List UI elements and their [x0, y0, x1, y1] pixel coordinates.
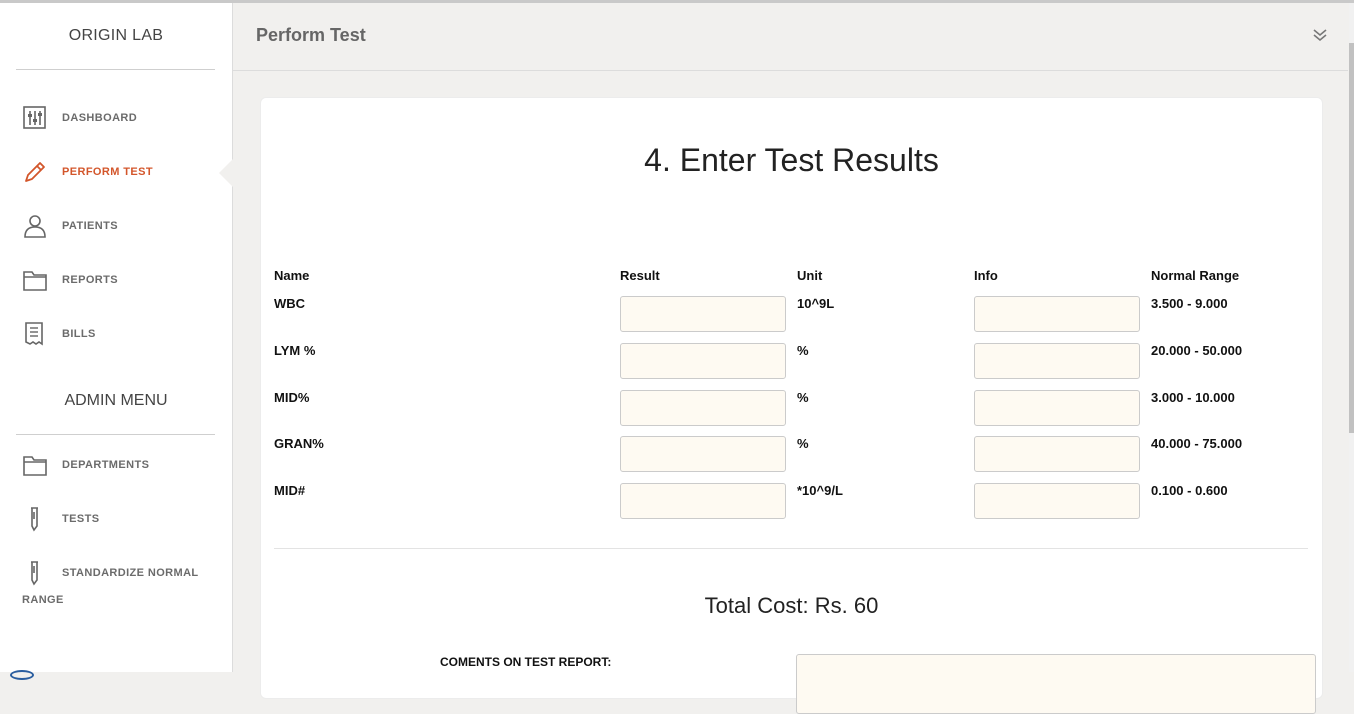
- sidebar-item-label: PERFORM TEST: [62, 166, 153, 178]
- normal-range: 20.000 - 50.000: [1151, 343, 1243, 358]
- normal-range: 3.000 - 10.000: [1151, 390, 1235, 405]
- scrollbar[interactable]: [1349, 3, 1354, 672]
- info-input[interactable]: [974, 483, 1140, 519]
- info-input[interactable]: [974, 296, 1140, 332]
- test-name: MID%: [274, 390, 310, 405]
- sidebar-item-label: REPORTS: [62, 274, 118, 286]
- test-unit: %: [797, 390, 809, 405]
- receipt-icon: [22, 321, 48, 347]
- column-header-unit: Unit: [797, 268, 823, 283]
- result-input[interactable]: [620, 296, 786, 332]
- result-input[interactable]: [620, 436, 786, 472]
- sidebar-item-label: BILLS: [62, 328, 96, 340]
- sidebar-item-reports[interactable]: REPORTS: [0, 261, 232, 301]
- info-input[interactable]: [974, 390, 1140, 426]
- test-results-card: 4. Enter Test Results Name Result Unit I…: [260, 97, 1323, 714]
- normal-range: 40.000 - 75.000: [1151, 436, 1243, 451]
- sidebar-item-perform-test[interactable]: PERFORM TEST: [0, 153, 232, 193]
- column-header-info: Info: [974, 268, 998, 283]
- test-unit: *10^9/L: [797, 483, 843, 498]
- brand-logo[interactable]: ORIGIN LAB: [0, 27, 232, 45]
- test-name: WBC: [274, 296, 306, 311]
- result-input[interactable]: [620, 390, 786, 426]
- sidebar-divider: [16, 434, 215, 435]
- sidebar-item-bills[interactable]: BILLS: [0, 315, 232, 355]
- section-heading: 4. Enter Test Results: [644, 142, 939, 178]
- double-chevron-down-icon[interactable]: [1312, 27, 1328, 43]
- sidebar-divider: [16, 69, 215, 70]
- sidebar-item-label: DEPARTMENTS: [62, 459, 150, 471]
- sidebar-item-label: DASHBOARD: [62, 112, 138, 124]
- sliders-icon: [22, 105, 48, 131]
- test-name: GRAN%: [274, 436, 324, 451]
- folder-icon: [22, 267, 48, 293]
- active-item-pointer: [219, 159, 233, 187]
- sidebar-item-standardize-normal-range[interactable]: STANDARDIZE NORMAL RANGE: [0, 554, 232, 614]
- sidebar-item-label-continued: RANGE: [22, 594, 64, 606]
- pencil-icon: [22, 159, 48, 185]
- test-unit: %: [797, 343, 809, 358]
- info-input[interactable]: [974, 343, 1140, 379]
- test-unit: 10^9L: [797, 296, 835, 311]
- column-header-normal-range: Normal Range: [1151, 268, 1240, 283]
- column-header-result: Result: [620, 268, 660, 283]
- result-input[interactable]: [620, 343, 786, 379]
- scrollbar-thumb[interactable]: [1349, 43, 1354, 433]
- test-unit: %: [797, 436, 809, 451]
- sidebar-item-label: TESTS: [62, 513, 100, 525]
- test-name: LYM %: [274, 343, 316, 358]
- test-tube-icon: [22, 506, 48, 532]
- comments-textarea[interactable]: [796, 654, 1316, 714]
- column-header-name: Name: [274, 268, 310, 283]
- info-input[interactable]: [974, 436, 1140, 472]
- sidebar-item-dashboard[interactable]: DASHBOARD: [0, 99, 232, 139]
- user-icon: [22, 213, 48, 239]
- comments-label: COMENTS ON TEST REPORT:: [440, 655, 612, 669]
- sidebar-item-patients[interactable]: PATIENTS: [0, 207, 232, 247]
- sidebar-item-departments[interactable]: DEPARTMENTS: [0, 446, 232, 486]
- section-divider: [274, 548, 1308, 549]
- sidebar-item-label: STANDARDIZE NORMAL: [62, 567, 199, 579]
- sidebar-item-tests[interactable]: TESTS: [0, 500, 232, 540]
- folder-icon: [22, 452, 48, 478]
- admin-menu-title: ADMIN MENU: [64, 392, 168, 409]
- result-input[interactable]: [620, 483, 786, 519]
- test-name: MID#: [274, 483, 306, 498]
- normal-range: 0.100 - 0.600: [1151, 483, 1228, 498]
- sidebar-item-label: PATIENTS: [62, 220, 118, 232]
- total-cost: Total Cost: Rs. 60: [704, 593, 879, 618]
- page-title: Perform Test: [256, 25, 366, 45]
- page-header: Perform Test: [233, 3, 1348, 71]
- sidebar: ORIGIN LAB DASHBOARD PERFORM TEST PATIEN…: [0, 3, 233, 680]
- normal-range: 3.500 - 9.000: [1151, 296, 1228, 311]
- test-tube-icon: [22, 560, 48, 586]
